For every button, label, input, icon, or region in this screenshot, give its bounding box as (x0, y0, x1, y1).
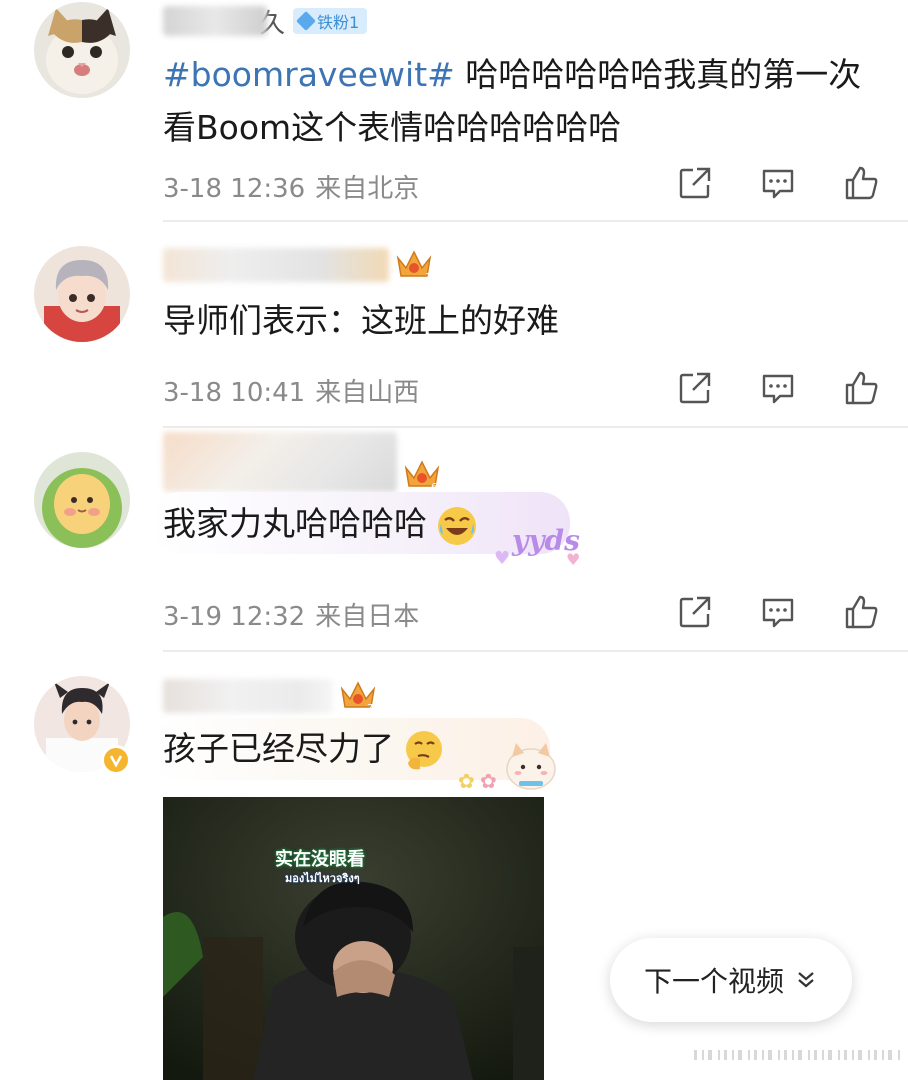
comment-button[interactable] (759, 593, 797, 631)
tv-show-screenshot-image (163, 797, 544, 1080)
next-video-label: 下一个视频 (643, 965, 784, 998)
comment-time: 3-19 12:32 (163, 602, 306, 632)
heart-icon: ♥ (494, 548, 511, 569)
like-icon (845, 371, 878, 405)
like-button[interactable] (842, 593, 880, 631)
comment-text: #boomraveewit# 哈哈哈哈哈哈我真的第一次 (163, 48, 861, 101)
comment-icon (762, 169, 794, 199)
anime-boy-avatar-image (34, 246, 130, 342)
username-masked[interactable] (163, 432, 397, 492)
verified-v-icon (109, 755, 123, 768)
comment-text-line: 哈哈哈哈哈哈我真的第一次 (454, 55, 862, 94)
yyds-sticker[interactable]: yyds ♥ ♥ (490, 520, 584, 570)
comment-meta: 3-18 12:36 来自北京 (163, 168, 419, 205)
next-video-button[interactable]: 下一个视频 (610, 938, 852, 1022)
crown-icon: 6 (404, 460, 440, 492)
heart-icon: ♥ (566, 550, 581, 569)
like-icon (845, 595, 878, 629)
share-icon (679, 167, 711, 199)
like-icon (845, 166, 878, 200)
comment-meta: 3-18 10:41 来自山西 (163, 372, 419, 409)
crown-level: 6 (431, 482, 437, 492)
comment-text: 导师们表示：这班上的好难 (163, 301, 559, 340)
cat-avatar-image (34, 2, 130, 98)
like-button[interactable] (842, 164, 880, 202)
avatar[interactable] (34, 2, 130, 98)
image-caption-cn: 实在没眼看 (275, 849, 365, 870)
comment-location: 来自日本 (315, 602, 420, 632)
comment-location: 来自山西 (315, 378, 420, 408)
comment-location: 来自北京 (315, 174, 420, 204)
flower-icon: ✿ (480, 769, 497, 793)
cat-sticker[interactable]: ✿ ✿ (456, 735, 560, 797)
avatar[interactable] (34, 452, 130, 548)
comment-time: 3-18 10:41 (163, 378, 306, 408)
cat-sticker-icon (506, 743, 556, 790)
comment-text-content: 孩子已经尽力了 (163, 729, 394, 768)
like-button[interactable] (842, 369, 880, 407)
comment-text-line2: 看Boom这个表情哈哈哈哈哈哈 (163, 108, 622, 147)
comment-text: 孩子已经尽力了 (163, 722, 446, 775)
comment-text: 我家力丸哈哈哈哈 (163, 497, 479, 550)
comment-actions (676, 164, 880, 202)
divider (163, 220, 908, 222)
comment-actions (676, 593, 880, 631)
share-button[interactable] (676, 593, 714, 631)
crown-icon: 7 (340, 681, 376, 713)
laughing-tears-emoji-icon (438, 506, 476, 545)
comment-meta: 3-19 12:32 来自日本 (163, 596, 419, 633)
thinking-face-emoji-icon (406, 730, 442, 769)
comment-actions (676, 369, 880, 407)
divider (163, 426, 908, 428)
username-masked[interactable] (163, 6, 267, 36)
fan-badge[interactable]: 铁粉1 (293, 8, 368, 34)
comment-text-content: 我家力丸哈哈哈哈 (163, 504, 427, 543)
avatar[interactable] (34, 246, 130, 342)
topic-link[interactable]: #boomraveewit# (163, 55, 455, 94)
comment-icon (762, 598, 794, 628)
comment-button[interactable] (759, 369, 797, 407)
comment-icon (762, 374, 794, 404)
diamond-icon (296, 11, 316, 31)
crown-icon: 1 (396, 250, 431, 282)
share-icon (679, 596, 711, 628)
username-masked[interactable] (163, 248, 389, 282)
watermark-strip (694, 1050, 900, 1060)
flower-icon: ✿ (458, 769, 475, 793)
fan-badge-label: 铁粉1 (317, 13, 360, 32)
peach-character-avatar-image (34, 452, 130, 548)
share-button[interactable] (676, 369, 714, 407)
attached-image[interactable]: 实在没眼看 มองไม่ไหวจริงๆ (163, 797, 544, 1080)
share-button[interactable] (676, 164, 714, 202)
username-masked[interactable] (163, 679, 333, 713)
crown-level: 7 (367, 703, 373, 713)
image-caption-th: มองไม่ไหวจริงๆ (285, 872, 360, 885)
crown-level: 1 (425, 272, 431, 282)
comment-button[interactable] (759, 164, 797, 202)
divider (163, 650, 908, 652)
share-icon (679, 372, 711, 404)
comment-time: 3-18 12:36 (163, 174, 306, 204)
verified-badge (101, 745, 131, 775)
chevron-down-icon (798, 972, 814, 988)
